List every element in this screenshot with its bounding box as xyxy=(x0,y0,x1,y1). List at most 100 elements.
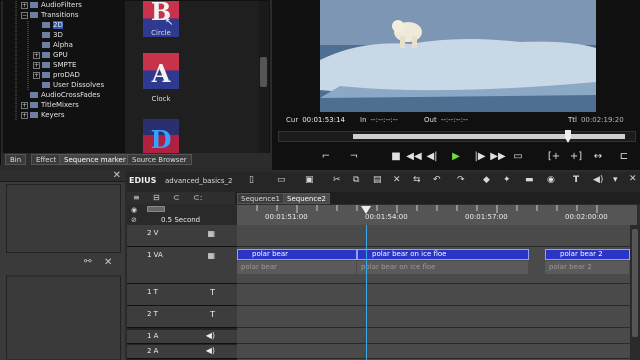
panel-tabs: Bin Effect Sequence marker Source Browser xyxy=(1,153,271,166)
set-in-icon[interactable]: ⌐ xyxy=(318,149,334,165)
app-name: EDIUS xyxy=(129,176,157,185)
loop-icon[interactable]: ▭ xyxy=(510,149,526,165)
snap-icon[interactable]: ◉ xyxy=(547,175,555,185)
player-playhead[interactable] xyxy=(565,130,571,143)
track-type-icon[interactable]: T xyxy=(210,310,215,319)
panel-tab[interactable]: Bin xyxy=(5,154,27,165)
step-back-icon[interactable]: ◀| xyxy=(424,149,440,165)
cur-timecode: Cur 00:01:53:14 xyxy=(286,116,345,124)
tree-item-label: AudioCrossFades xyxy=(41,91,101,99)
sequence-tab[interactable]: Sequence2 xyxy=(283,193,330,204)
out-timecode: Out --:--:--:-- xyxy=(424,116,468,124)
sequence-tab[interactable]: Sequence1 xyxy=(237,193,284,204)
overwrite-icon[interactable]: +] xyxy=(568,149,584,165)
ttl-timecode: Ttl 00:02:19:20 xyxy=(568,116,624,124)
track-lane[interactable] xyxy=(237,306,630,328)
open-folder-icon[interactable]: ▭ xyxy=(277,175,286,185)
panel-tab[interactable]: Sequence marker xyxy=(59,154,131,165)
render-icon[interactable]: ▬ xyxy=(525,175,534,185)
insert-icon[interactable]: [+ xyxy=(546,149,562,165)
track-type-icon[interactable]: ◀) xyxy=(206,331,215,340)
track-header[interactable]: 2 V ▦ xyxy=(127,225,237,247)
track-header[interactable]: 2 T T xyxy=(127,306,237,328)
track-type-icon[interactable]: ◀) xyxy=(206,346,215,355)
track-type-icon[interactable]: T xyxy=(210,288,215,297)
audio-icon[interactable]: ◀) xyxy=(593,175,603,185)
audio-clip[interactable]: polar bear on ice floe xyxy=(357,261,528,274)
track-type-icon[interactable]: ▦ xyxy=(207,229,215,238)
sync-icon[interactable]: ⊏ xyxy=(616,149,632,165)
track-header[interactable]: 1 A ◀) xyxy=(127,330,237,344)
timeline-scrollbar[interactable] xyxy=(630,225,640,360)
close-icon[interactable]: ✕ xyxy=(113,170,121,181)
tree-item-label: Transitions xyxy=(41,11,79,19)
close-icon[interactable]: ✕ xyxy=(104,257,112,268)
thumbnail-letter: A xyxy=(151,59,171,88)
ruler-label: 00:01:57:00 xyxy=(465,213,508,221)
scrub-bar[interactable] xyxy=(278,130,636,143)
track-area: polar bear polar bear on ice floe polar be… xyxy=(237,225,630,360)
transition-thumbnail[interactable]: A xyxy=(143,53,179,89)
video-clip[interactable]: polar bear xyxy=(237,249,357,260)
zoom-label[interactable]: 0.5 Second xyxy=(161,216,200,224)
step-forward-icon[interactable]: |▶ xyxy=(472,149,488,165)
panel-tab[interactable]: Effect xyxy=(31,154,62,165)
sync-lock-icon[interactable]: ⊂: xyxy=(193,193,202,202)
track-name: 2 T xyxy=(147,310,158,318)
track-lane[interactable] xyxy=(237,284,630,306)
track-header[interactable]: 1 T T xyxy=(127,284,237,306)
play-icon[interactable]: ▶ xyxy=(448,149,464,165)
lock-icon[interactable]: ◉ xyxy=(131,206,137,214)
sequence-tabs: Sequence1 Sequence2 xyxy=(235,192,640,204)
settings-icon[interactable]: ▾ xyxy=(613,175,618,185)
split-icon[interactable]: ↔ xyxy=(590,149,606,165)
effects-icon[interactable]: ✦ xyxy=(503,175,511,185)
track-type-icon[interactable]: ▦ xyxy=(207,251,215,260)
audio-clip[interactable]: polar bear xyxy=(237,261,356,274)
video-clip[interactable]: polar bear 2 xyxy=(545,249,630,260)
link-tracks-icon[interactable]: ⊂ xyxy=(173,193,180,202)
track-header[interactable]: 1 VA ▦ xyxy=(127,247,237,284)
tree-item[interactable]: User Dissolves xyxy=(33,80,104,90)
set-out-icon[interactable]: ¬ xyxy=(346,149,362,165)
folder-icon xyxy=(42,32,50,38)
undo-icon[interactable]: ↶ xyxy=(433,175,441,185)
track-list-icon[interactable]: ≡ xyxy=(133,193,140,202)
visibility-icon[interactable]: ⊘ xyxy=(131,216,137,224)
time-ruler[interactable]: 00:01:51:00 00:01:54:00 00:01:57:00 00:02:0… xyxy=(237,205,637,225)
track-header[interactable]: 2 A ◀) xyxy=(127,345,237,359)
new-file-icon[interactable]: ▯ xyxy=(249,175,254,185)
scrollbar-thumb[interactable] xyxy=(260,57,267,87)
copy-icon[interactable]: ⧉ xyxy=(353,175,359,185)
ruler-label: 00:01:51:00 xyxy=(265,213,308,221)
audio-clip[interactable]: polar bear 2 xyxy=(545,261,629,274)
redo-icon[interactable]: ↷ xyxy=(457,175,465,185)
track-lane[interactable] xyxy=(237,225,630,247)
panel-tab[interactable]: Source Browser xyxy=(127,154,192,165)
rewind-icon[interactable]: ◀◀ xyxy=(406,149,422,165)
folder-icon xyxy=(42,72,50,78)
fast-forward-icon[interactable]: ▶▶ xyxy=(490,149,506,165)
tree-item-label: SMPTE xyxy=(53,61,77,69)
timecode-row: Cur 00:01:53:14 In --:--:--:-- Out --:--:--… xyxy=(272,114,640,126)
cut-icon[interactable]: ✂ xyxy=(333,175,341,185)
ripple-icon[interactable]: ⇆ xyxy=(413,175,421,185)
paste-icon[interactable]: ▤ xyxy=(373,175,382,185)
delete-icon[interactable]: ✕ xyxy=(393,175,401,185)
marker-icon[interactable]: ◆ xyxy=(483,175,490,185)
save-icon[interactable]: ▣ xyxy=(305,175,314,185)
title-icon[interactable]: T xyxy=(573,175,579,185)
in-timecode: In --:--:--:-- xyxy=(360,116,398,124)
track-layout-icon[interactable]: ⊟ xyxy=(153,193,160,202)
effects-scrollbar[interactable] xyxy=(259,1,269,153)
track-lane[interactable] xyxy=(237,330,630,344)
stop-icon[interactable]: ■ xyxy=(388,149,404,165)
link-icon[interactable]: ⚯ xyxy=(84,257,92,267)
close-icon[interactable]: ✕ xyxy=(629,174,637,184)
zoom-slider[interactable] xyxy=(147,206,165,212)
tree-item-label: proDAD xyxy=(53,71,80,79)
video-clip[interactable]: polar bear on ice floe xyxy=(357,249,529,260)
track-lane[interactable] xyxy=(237,345,630,359)
scrollbar-thumb[interactable] xyxy=(632,229,638,337)
transition-thumbnail[interactable]: D xyxy=(143,119,179,155)
